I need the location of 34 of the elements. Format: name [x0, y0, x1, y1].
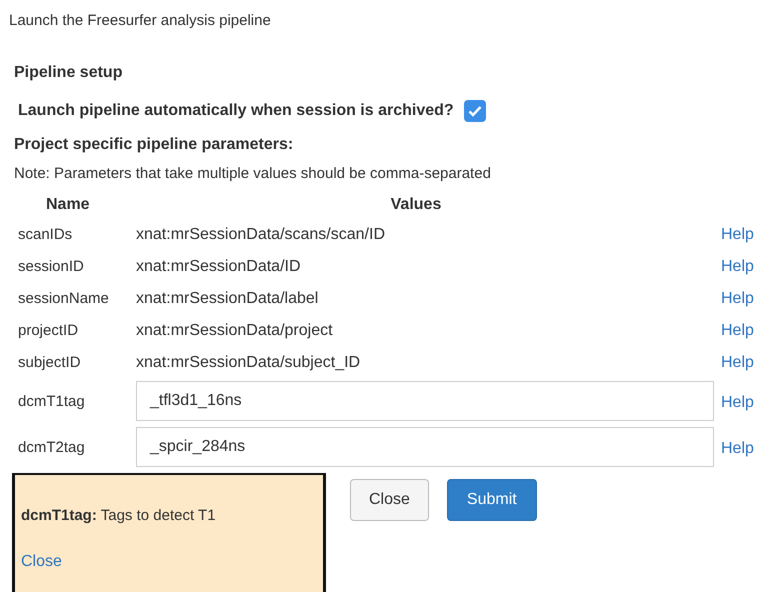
parameter-value: xnat:mrSessionData/scans/scan/ID	[136, 226, 385, 243]
parameter-value: xnat:mrSessionData/label	[136, 290, 318, 307]
parameter-value: xnat:mrSessionData/subject_ID	[136, 354, 360, 371]
page-title: Launch the Freesurfer analysis pipeline	[8, 11, 272, 31]
help-text: dcmT1tag: Tags to detect T1	[21, 506, 217, 526]
close-button[interactable]: Close	[350, 479, 429, 521]
submit-button[interactable]: Submit	[446, 479, 537, 521]
auto-launch-label: Launch pipeline automatically when session is archived?	[18, 100, 454, 120]
auto-launch-checkbox[interactable]	[464, 100, 486, 122]
column-header: Values	[390, 196, 442, 213]
help-link[interactable]: Help	[721, 223, 754, 247]
parameter-name: sessionName	[18, 290, 109, 307]
parameter-input[interactable]: _spcir_284ns	[136, 427, 714, 467]
parameter-value: xnat:mrSessionData/project	[136, 322, 333, 339]
check-icon	[468, 104, 482, 116]
column-header: Name	[46, 196, 90, 213]
parameter-input[interactable]: _tfl3d1_16ns	[136, 381, 714, 421]
parameter-name: dcmT2tag	[18, 439, 85, 456]
help-link[interactable]: Help	[721, 440, 754, 457]
parameter-value: xnat:mrSessionData/ID	[136, 258, 301, 275]
help-link[interactable]: Help	[721, 255, 754, 279]
parameter-name: scanIDs	[18, 226, 72, 243]
section-title: Pipeline setup	[13, 62, 124, 82]
parameter-name: projectID	[18, 322, 78, 339]
note-text: Note: Parameters that take multiple values should be comma-separated	[13, 164, 492, 184]
popup-close-link[interactable]: Close	[21, 550, 62, 574]
help-link[interactable]: Help	[721, 351, 754, 375]
parameters-title: Project specific pipeline parameters:	[13, 134, 294, 154]
help-link[interactable]: Help	[721, 394, 754, 411]
help-link[interactable]: Help	[721, 319, 754, 343]
parameter-name: sessionID	[18, 258, 84, 275]
help-link[interactable]: Help	[721, 287, 754, 311]
parameter-name: dcmT1tag	[18, 393, 85, 410]
parameter-name: subjectID	[18, 354, 81, 371]
